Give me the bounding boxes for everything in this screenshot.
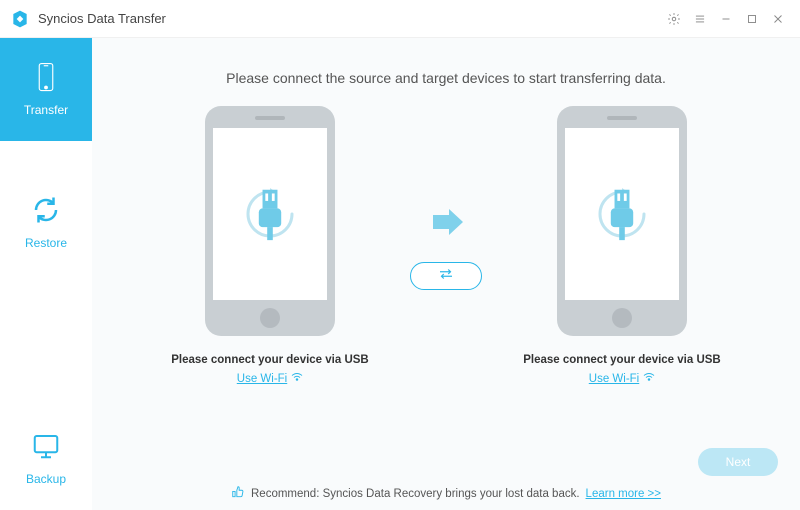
sidebar-item-transfer[interactable]: Transfer (0, 38, 92, 141)
learn-more-link[interactable]: Learn more >> (586, 488, 661, 500)
recommend-text: Recommend: Syncios Data Recovery brings … (251, 488, 580, 500)
titlebar: Syncios Data Transfer (0, 0, 800, 38)
settings-icon[interactable] (662, 7, 686, 31)
maximize-icon[interactable] (740, 7, 764, 31)
wifi-icon (643, 372, 655, 385)
next-button[interactable]: Next (698, 448, 778, 476)
target-wifi-link[interactable]: Use Wi-Fi (589, 372, 655, 385)
source-wifi-link[interactable]: Use Wi-Fi (237, 372, 303, 385)
sidebar-item-label: Restore (25, 236, 67, 250)
restore-icon (31, 195, 61, 230)
menu-icon[interactable] (688, 7, 712, 31)
sidebar-item-restore[interactable]: Restore (0, 171, 92, 274)
thumbs-up-icon (231, 485, 245, 502)
sidebar: Transfer Restore Backup (0, 38, 92, 510)
usb-connect-icon (594, 186, 650, 242)
source-device-column: Please connect your device via USB Use W… (160, 106, 380, 385)
footer: Recommend: Syncios Data Recovery brings … (92, 485, 800, 502)
instruction-text: Please connect the source and target dev… (92, 70, 800, 86)
swap-icon (437, 267, 455, 286)
minimize-icon[interactable] (714, 7, 738, 31)
monitor-icon (31, 431, 61, 466)
sidebar-item-label: Backup (26, 472, 66, 486)
swap-devices-button[interactable] (410, 262, 482, 290)
source-phone-placeholder (205, 106, 335, 336)
wifi-icon (291, 372, 303, 385)
target-device-column: Please connect your device via USB Use W… (512, 106, 732, 385)
source-connect-label: Please connect your device via USB (171, 354, 369, 366)
phone-icon (31, 62, 61, 97)
target-connect-label: Please connect your device via USB (523, 354, 721, 366)
app-logo-icon (10, 9, 30, 29)
transfer-arrow-icon (425, 201, 467, 248)
target-phone-placeholder (557, 106, 687, 336)
sidebar-item-label: Transfer (24, 103, 68, 117)
close-icon[interactable] (766, 7, 790, 31)
sidebar-item-backup[interactable]: Backup (0, 407, 92, 510)
usb-connect-icon (242, 186, 298, 242)
main-panel: Please connect the source and target dev… (92, 38, 800, 510)
app-title: Syncios Data Transfer (38, 11, 166, 26)
